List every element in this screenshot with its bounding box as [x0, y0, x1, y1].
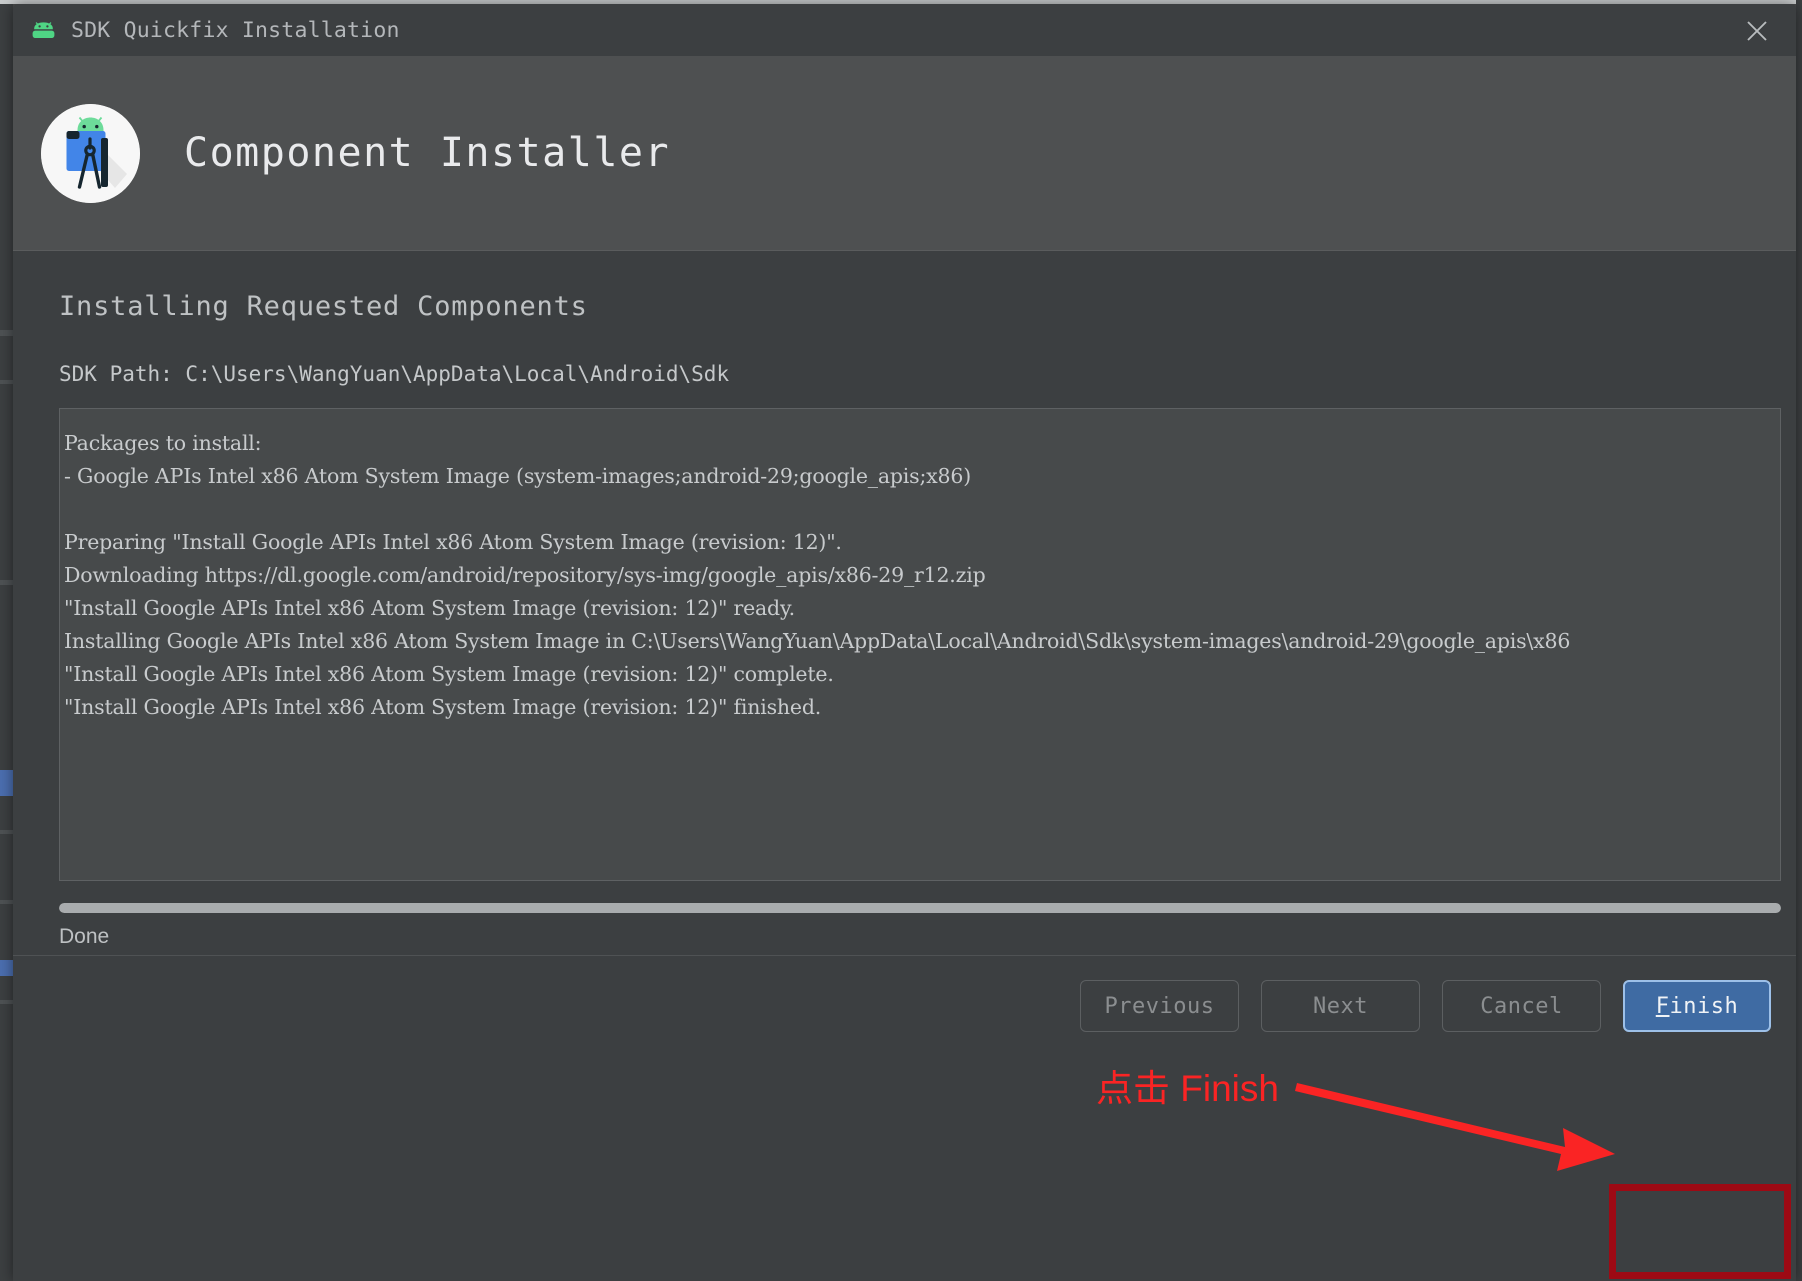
log-line: Installing Google APIs Intel x86 Atom Sy…: [64, 629, 1571, 653]
log-line: "Install Google APIs Intel x86 Atom Syst…: [64, 596, 795, 620]
android-studio-logo-icon: [41, 103, 140, 203]
progress-bar: [59, 903, 1781, 913]
sdk-quickfix-dialog: SDK Quickfix Installation Component Inst…: [13, 4, 1796, 1281]
log-line: - Google APIs Intel x86 Atom System Imag…: [64, 464, 972, 488]
log-line: Packages to install:: [64, 431, 262, 455]
banner-title: Component Installer: [184, 130, 671, 176]
ide-left-edge: [0, 0, 13, 1281]
android-robot-icon: [30, 22, 57, 38]
install-log-panel[interactable]: Packages to install: - Google APIs Intel …: [59, 408, 1781, 881]
cancel-button[interactable]: Cancel: [1442, 980, 1601, 1032]
status-text: Done: [59, 925, 110, 948]
dialog-titlebar: SDK Quickfix Installation: [13, 4, 1796, 56]
progress-bar-fill: [59, 903, 1781, 913]
next-button[interactable]: Next: [1261, 980, 1420, 1032]
log-line: Downloading https://dl.google.com/androi…: [64, 563, 986, 587]
dialog-footer: Previous Next Cancel Finish: [13, 955, 1796, 1056]
page-title: Installing Requested Components: [59, 291, 588, 322]
previous-button[interactable]: Previous: [1080, 980, 1239, 1032]
dialog-banner: Component Installer: [13, 56, 1796, 251]
finish-button-mnemonic: F: [1655, 993, 1670, 1019]
dialog-title: SDK Quickfix Installation: [71, 17, 400, 43]
log-line: Preparing "Install Google APIs Intel x86…: [64, 530, 842, 554]
finish-button-label: inish: [1669, 993, 1739, 1019]
dialog-body: Installing Requested Components SDK Path…: [13, 251, 1796, 1056]
ide-right-edge: [1796, 0, 1802, 1281]
close-icon[interactable]: [1740, 14, 1774, 48]
finish-button[interactable]: Finish: [1623, 980, 1771, 1032]
log-line: "Install Google APIs Intel x86 Atom Syst…: [64, 662, 834, 686]
sdk-path-label: SDK Path: C:\Users\WangYuan\AppData\Loca…: [59, 362, 730, 386]
log-line: "Install Google APIs Intel x86 Atom Syst…: [64, 695, 822, 719]
